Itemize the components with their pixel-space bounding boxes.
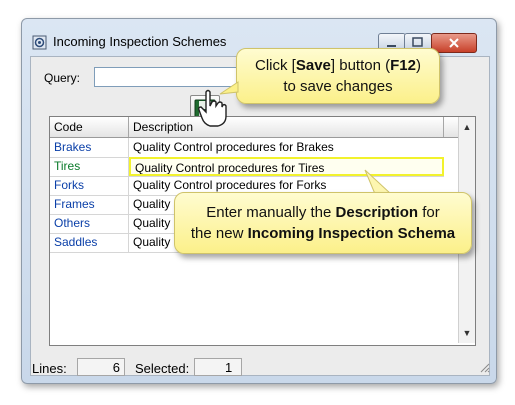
description-hint-callout: Enter manually the Description for the n… (174, 192, 472, 254)
resize-grip-icon[interactable] (478, 360, 490, 378)
code-cell[interactable]: Forks (50, 176, 129, 195)
save-hint-callout-tail (219, 81, 239, 95)
save-hint-text: ] button ( (330, 57, 391, 74)
title-bar[interactable]: Incoming Inspection Schemes (22, 19, 496, 53)
save-hint-text: Click [ (255, 57, 296, 74)
query-label: Query: (44, 71, 81, 85)
save-hint-shortcut: F12 (390, 57, 416, 74)
description-hint-text: Enter manually the (206, 204, 336, 221)
save-hint-line-2: to save changes (283, 78, 393, 95)
close-button[interactable] (431, 33, 477, 53)
description-hint-text: the new (190, 225, 248, 242)
selected-label: Selected: (135, 361, 190, 376)
app-icon (32, 35, 47, 50)
description-hint-bold: Incoming Inspection Schema (247, 225, 456, 242)
code-cell[interactable]: Tires (50, 157, 129, 176)
save-hint-line-1: Click [Save] button (F12) (237, 55, 439, 76)
save-hint-text: ) (415, 57, 421, 74)
column-header-code[interactable]: Code (50, 117, 129, 137)
description-hint-line-2: the new Incoming Inspection Schema (175, 223, 471, 244)
save-hint-bold: Save (295, 57, 331, 74)
description-edit-cell[interactable]: Quality Control procedures for Tires (129, 157, 444, 176)
save-hint-callout: Click [Save] button (F12) to save change… (236, 48, 440, 104)
code-cell[interactable]: Frames (50, 195, 129, 214)
table-row[interactable]: Brakes Quality Control procedures for Br… (50, 138, 444, 158)
code-cell[interactable]: Brakes (50, 138, 129, 157)
description-hint-text: for (418, 204, 440, 221)
description-hint-line-1: Enter manually the Description for (175, 202, 471, 223)
lines-count: 6 (77, 358, 125, 376)
selected-count: 1 (194, 358, 242, 376)
column-header-description[interactable]: Description (129, 117, 444, 137)
lines-label: Lines: (32, 361, 67, 376)
status-bar: Lines: 6 Selected: 1 (22, 353, 496, 383)
window-title: Incoming Inspection Schemes (53, 34, 227, 49)
code-cell[interactable]: Saddles (50, 233, 129, 252)
grid-header: Code Description (50, 117, 458, 138)
code-cell[interactable]: Others (50, 214, 129, 233)
scroll-down-icon[interactable]: ▼ (459, 325, 475, 341)
description-hint-bold: Description (335, 204, 419, 221)
description-cell[interactable]: Quality Control procedures for Brakes (129, 138, 444, 157)
scroll-up-icon[interactable]: ▲ (459, 119, 475, 135)
close-icon (449, 38, 459, 48)
